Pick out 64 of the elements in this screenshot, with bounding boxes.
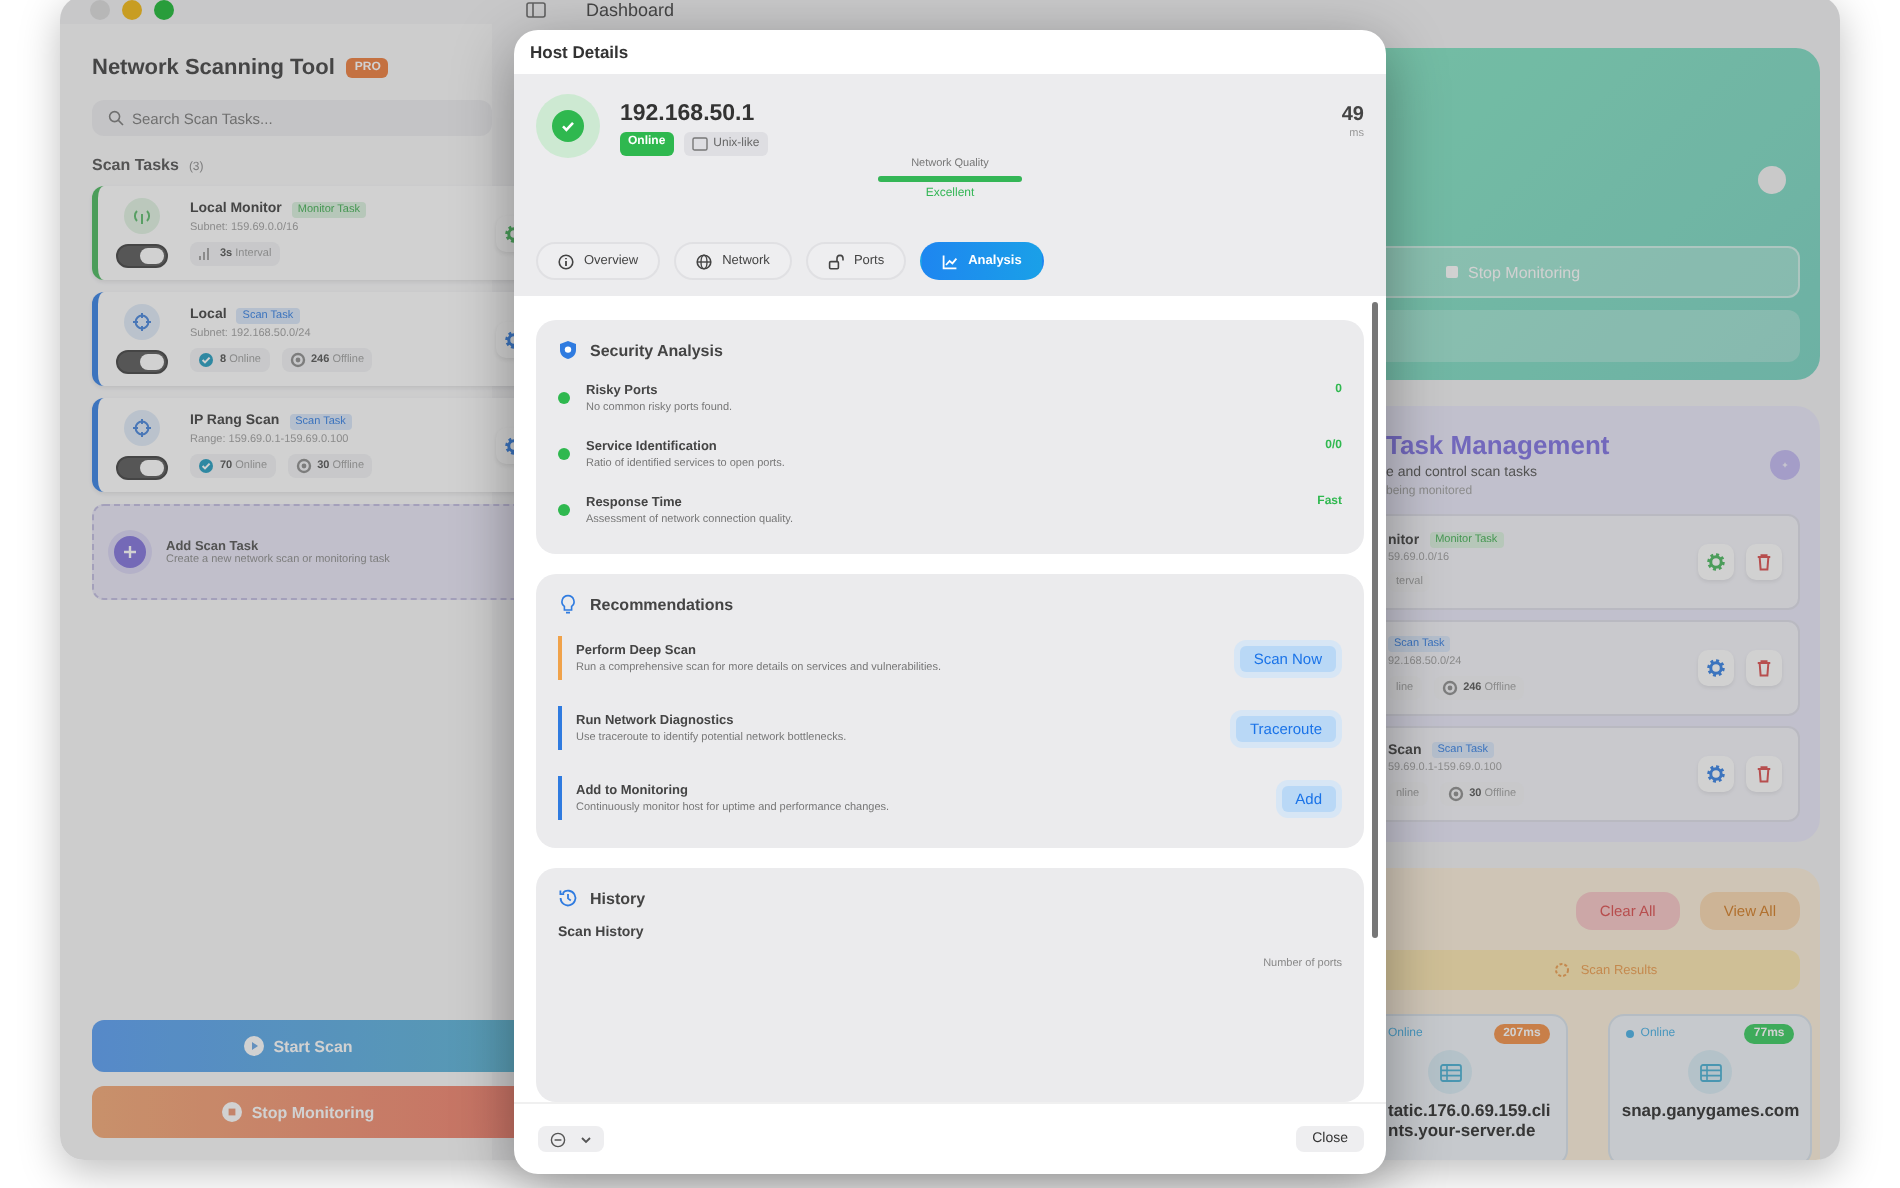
status-indicator	[1758, 166, 1786, 194]
scrollbar[interactable]	[1372, 302, 1378, 938]
history-icon	[558, 888, 578, 908]
crosshair-icon	[132, 418, 152, 438]
trash-icon	[1754, 764, 1774, 784]
card-title: History	[590, 889, 646, 907]
dot-circle-icon	[295, 457, 312, 473]
trash-icon	[1754, 658, 1774, 678]
minus-circle-icon	[549, 1131, 565, 1147]
settings-button[interactable]	[1698, 756, 1734, 792]
dot-circle-icon	[1447, 786, 1464, 802]
lightbulb-icon	[558, 594, 578, 614]
server-icon	[1428, 1050, 1472, 1094]
zoom-window-button[interactable]	[154, 0, 174, 20]
chevron-down-icon	[577, 1131, 593, 1147]
stop-icon	[221, 1102, 242, 1122]
host-name: tatic.176.0.69.159.cli	[1388, 1100, 1551, 1120]
server-icon	[1688, 1050, 1733, 1094]
globe-icon	[696, 253, 713, 269]
stop-icon	[1446, 266, 1458, 278]
toggle-switch[interactable]	[116, 244, 168, 268]
crosshair-icon	[132, 312, 152, 332]
toggle-switch[interactable]	[116, 350, 168, 374]
info-icon	[558, 253, 574, 269]
host-name: snap.ganygames.com	[1621, 1100, 1800, 1120]
settings-button[interactable]	[1698, 650, 1734, 686]
play-icon	[243, 1036, 264, 1056]
settings-icon	[1706, 658, 1726, 678]
shield-icon	[558, 340, 578, 360]
dot-circle-icon	[1441, 680, 1458, 696]
trash-icon	[1754, 552, 1774, 572]
delete-button[interactable]	[1746, 544, 1782, 580]
terminal-icon	[691, 136, 708, 152]
panel-title: Task Management	[1386, 430, 1610, 460]
delete-button[interactable]	[1746, 650, 1782, 686]
card-title: Security Analysis	[590, 341, 723, 359]
status-dot	[558, 448, 570, 460]
toggle-switch[interactable]	[116, 456, 168, 480]
dot-circle-icon	[289, 351, 305, 367]
sidebar-icon[interactable]	[526, 2, 546, 18]
unlock-icon	[827, 253, 844, 269]
card-title: Recommendations	[590, 595, 734, 613]
dialog-title: Host Details	[530, 42, 629, 62]
chart-icon	[942, 253, 959, 269]
status-dot	[558, 504, 570, 516]
spinner-icon	[1554, 962, 1571, 978]
section-title: Scan Tasks	[92, 156, 179, 174]
host-name: nts.your-server.de	[1388, 1120, 1538, 1140]
latency-value: 49	[1341, 104, 1364, 126]
app-title: Network Scanning Tool	[92, 56, 335, 80]
status-dot	[558, 392, 570, 404]
window-title: Dashboard	[586, 0, 675, 20]
settings-icon	[1706, 764, 1726, 784]
search-icon	[108, 110, 124, 126]
settings-icon	[1706, 552, 1726, 572]
check-icon	[198, 351, 214, 367]
antenna-icon	[132, 206, 152, 226]
check-icon	[198, 457, 214, 473]
signal-icon	[198, 245, 214, 261]
plus-icon	[114, 536, 146, 568]
host-ip: 192.168.50.1	[620, 102, 757, 126]
delete-button[interactable]	[1746, 756, 1782, 792]
options-button[interactable]	[538, 1126, 604, 1152]
settings-button[interactable]	[1698, 544, 1734, 580]
